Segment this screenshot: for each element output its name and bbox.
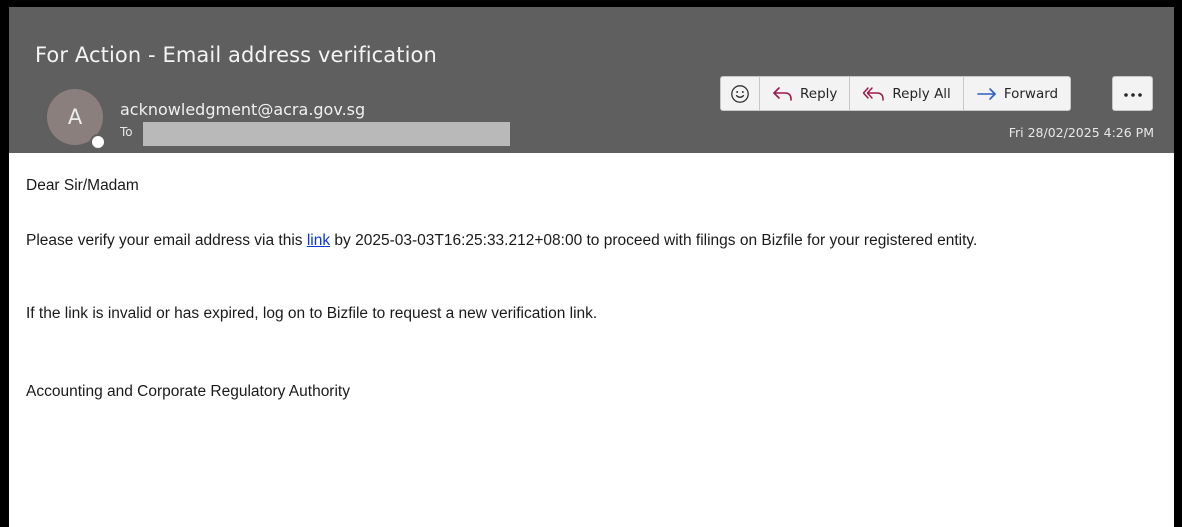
paragraph-text-before-link: Please verify your email address via thi… xyxy=(26,232,307,249)
email-subject: For Action - Email address verification xyxy=(35,43,437,67)
expired-link-paragraph: If the link is invalid or has expired, l… xyxy=(26,305,598,322)
presence-status-icon xyxy=(90,134,106,150)
avatar-initial: A xyxy=(67,105,83,129)
received-date: Fri 28/02/2025 4:26 PM xyxy=(1008,125,1154,140)
forward-button[interactable]: Forward xyxy=(964,77,1070,110)
reply-all-button[interactable]: Reply All xyxy=(850,77,964,110)
greeting: Dear Sir/Madam xyxy=(26,177,139,194)
to-label: To xyxy=(120,125,133,139)
paragraph-text-after-link: by 2025-03-03T16:25:33.212+08:00 to proc… xyxy=(330,232,978,249)
ellipsis-icon xyxy=(1123,85,1143,103)
sender-address[interactable]: acknowledgment@acra.gov.sg xyxy=(120,100,365,119)
more-actions-button[interactable] xyxy=(1112,76,1153,111)
reply-all-arrow-icon xyxy=(862,85,886,103)
reply-button[interactable]: Reply xyxy=(760,77,851,110)
forward-arrow-icon xyxy=(976,85,998,103)
reply-all-label: Reply All xyxy=(892,85,951,102)
reply-label: Reply xyxy=(800,85,838,102)
react-button[interactable] xyxy=(721,77,760,110)
forward-label: Forward xyxy=(1003,85,1059,102)
smiley-icon xyxy=(730,84,750,104)
reply-arrow-icon xyxy=(772,85,794,103)
verification-link[interactable]: link xyxy=(307,232,330,249)
action-bar: Reply Reply All Forward xyxy=(720,76,1072,111)
signature: Accounting and Corporate Regulatory Auth… xyxy=(26,383,350,400)
redacted-recipient xyxy=(143,122,510,146)
email-body: Dear Sir/Madam Please verify your email … xyxy=(9,153,1174,527)
verification-paragraph: Please verify your email address via thi… xyxy=(26,230,1146,252)
